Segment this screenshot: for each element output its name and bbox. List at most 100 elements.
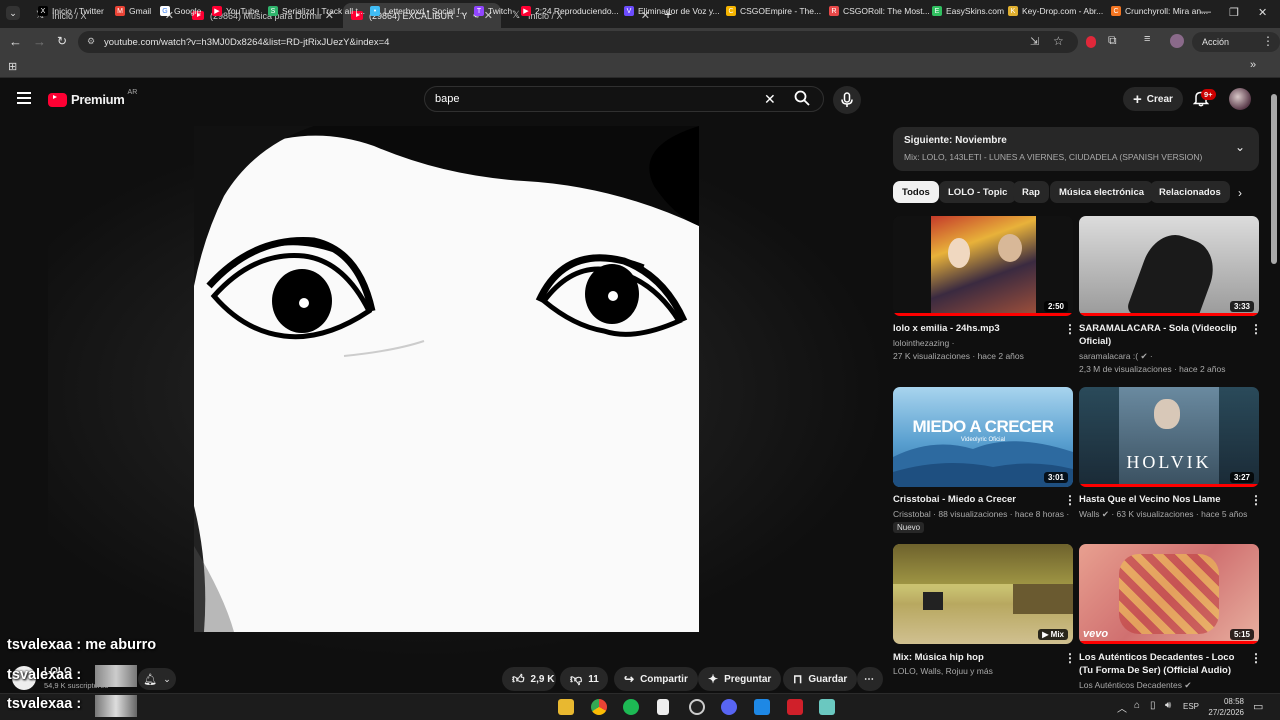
reload-icon[interactable]: ↻ [57, 34, 67, 48]
menu-kebab-icon[interactable]: ⋮ [1262, 34, 1274, 48]
battery-icon[interactable]: ▯ [1150, 700, 1156, 711]
video-channel[interactable]: Walls ✔ · 63 K visualizaciones · hace 5 … [1079, 508, 1247, 521]
video-channel[interactable]: LOLO, Walls, Rojuu y más [893, 665, 993, 678]
chevron-down-icon[interactable]: ⌄ [1235, 140, 1245, 154]
voice-search-button[interactable] [833, 86, 861, 114]
more-horizontal-icon: ⋯ [864, 673, 874, 685]
apps-grid-icon[interactable]: ⊞ [8, 60, 17, 73]
bookmark-item[interactable]: X Inicio / Twitter [38, 4, 104, 18]
more-options-icon[interactable]: ⋮ [1250, 322, 1262, 336]
obs-icon[interactable] [689, 699, 705, 715]
video-channel[interactable]: lolointhezazing · [893, 337, 954, 350]
create-button[interactable]: + Crear [1123, 87, 1183, 111]
profile-avatar[interactable] [1170, 34, 1184, 48]
up-next-panel[interactable]: Siguiente: Noviembre Mix: LOLO, 143LETI … [893, 127, 1259, 171]
bookmark-star-icon[interactable]: ☆ [1053, 34, 1064, 48]
video-thumbnail[interactable]: ▶ Mix [893, 544, 1073, 644]
clear-search-icon[interactable]: ✕ [764, 91, 776, 108]
video-thumbnail[interactable]: 2:50 [893, 216, 1073, 316]
bookmark-item[interactable]: G Google [160, 4, 201, 18]
video-title[interactable]: Los Auténticos Decadentes - Loco (Tu For… [1079, 651, 1251, 677]
video-thumbnail[interactable]: vevo 5:15 [1079, 544, 1259, 644]
forward-icon[interactable]: → [33, 34, 46, 49]
volume-icon[interactable]: 🔊︎ [1165, 700, 1171, 711]
bookmark-item[interactable]: M Gmail [115, 4, 151, 18]
tray-chevron-icon[interactable]: ︿ [1117, 700, 1127, 715]
chip-musica-electronica[interactable]: Música electrónica [1050, 181, 1154, 203]
hamburger-menu-icon[interactable] [17, 92, 31, 104]
bookmark-favicon-icon: E [932, 6, 942, 16]
video-channel[interactable]: Los Auténticos Decadentes ✔ [1079, 679, 1192, 692]
bookmark-item[interactable]: • Letterboxd • Social f... [370, 4, 467, 18]
bookmark-item[interactable]: T Twitch [474, 4, 512, 18]
bookmark-item[interactable]: K Key-Drop.com - Abr... [1008, 4, 1103, 18]
video-title[interactable]: SARAMALACARA - Sola (Videoclip Oficial) [1079, 322, 1244, 348]
site-info-icon[interactable]: ⚙ [87, 36, 95, 47]
video-channel[interactable]: Crisstobal · 88 visualizaciones · hace 8… [893, 508, 1069, 521]
install-icon[interactable]: ⇲ [1030, 35, 1039, 48]
app-icon[interactable] [754, 699, 770, 715]
windows-taskbar [0, 693, 1280, 720]
address-bar[interactable]: ⚙ youtube.com/watch?v=h3MJ0Dx8264&list=R… [78, 31, 1078, 53]
chip-todos[interactable]: Todos [893, 181, 939, 203]
subscription-bell-button[interactable]: 🔔︎ ⌄ [138, 668, 176, 690]
network-icon[interactable]: ⌂ [1134, 700, 1140, 711]
file-explorer-icon[interactable] [558, 699, 574, 715]
dislike-button[interactable]: 👎︎ 11 [560, 667, 608, 691]
media-control-icon[interactable]: ≡ [1144, 33, 1150, 45]
language-indicator[interactable]: ESP [1183, 702, 1199, 711]
video-channel[interactable]: saramalacara :( ✔ · [1079, 350, 1153, 363]
video-title[interactable]: Hasta Que el Vecino Nos Llame [1079, 493, 1244, 506]
account-avatar[interactable] [1229, 88, 1251, 110]
chevron-right-icon[interactable]: » [1250, 59, 1256, 71]
save-button[interactable]: ⊓ Guardar [783, 667, 858, 691]
clock[interactable]: 08:58 27/2/2026 [1204, 696, 1244, 718]
youtube-premium-logo[interactable]: Premium AR [48, 89, 137, 107]
scrollbar-thumb[interactable] [1271, 94, 1277, 264]
like-button[interactable]: 👍︎ 2,9 K [502, 667, 556, 691]
chip-relacionados[interactable]: Relacionados [1150, 181, 1230, 203]
chrome-icon[interactable] [591, 699, 607, 715]
more-options-icon[interactable]: ⋮ [1064, 493, 1076, 507]
more-options-icon[interactable]: ⋮ [1064, 651, 1076, 665]
bookmark-item[interactable]: V Eliminador de Voz y... [624, 4, 720, 18]
more-options-icon[interactable]: ⋮ [1250, 651, 1262, 665]
extensions-puzzle-icon[interactable]: ⧉ [1108, 33, 1117, 48]
more-options-icon[interactable]: ⋮ [1064, 322, 1076, 336]
video-title[interactable]: Mix: Música hip hop [893, 651, 1058, 664]
search-icon[interactable] [794, 90, 810, 106]
chevron-right-icon[interactable]: › [1238, 186, 1242, 200]
ask-button[interactable]: ✦ Preguntar [698, 667, 782, 691]
back-icon[interactable]: ← [9, 34, 22, 49]
more-options-icon[interactable]: ⋮ [1250, 493, 1262, 507]
video-thumbnail[interactable]: MIEDO A CRECER Videolyric Oficial 3:01 [893, 387, 1073, 487]
video-title[interactable]: lolo x emilia - 24hs.mp3 [893, 322, 1058, 335]
notification-center-icon[interactable]: ▭ [1253, 700, 1263, 713]
restore-icon[interactable]: ❐ [1229, 6, 1239, 19]
app-icon[interactable] [787, 699, 803, 715]
share-button[interactable]: ↪ Compartir [614, 667, 698, 691]
bookmark-label: Crunchyroll: Mira an... [1125, 6, 1209, 16]
chip-rap[interactable]: Rap [1013, 181, 1049, 203]
extension-icon[interactable] [1086, 36, 1096, 48]
bookmark-item[interactable]: C CSGOEmpire - The... [726, 4, 821, 18]
video-thumbnail[interactable]: 3:33 [1079, 216, 1259, 316]
save-label: Guardar [808, 673, 848, 685]
bookmark-item[interactable]: E EasySkins.com [932, 4, 1004, 18]
bookmark-item[interactable]: ▶ 2:24 Reproduciendo... [521, 4, 619, 18]
notepad-icon[interactable] [657, 699, 669, 715]
bookmark-item[interactable]: S Serializd | Track all t... [268, 4, 365, 18]
discord-icon[interactable] [721, 699, 737, 715]
bookmark-item[interactable]: C Crunchyroll: Mira an... [1111, 4, 1208, 18]
tab-search-icon[interactable]: ⌄ [6, 6, 20, 20]
close-window-icon[interactable]: ✕ [1258, 6, 1267, 19]
bookmark-item[interactable]: ▶ YouTube [212, 4, 259, 18]
dislike-count: 11 [588, 673, 599, 685]
chip-lolo-topic[interactable]: LOLO - Topic [939, 181, 1017, 203]
spotify-icon[interactable] [623, 699, 639, 715]
video-title[interactable]: Crisstobai - Miedo a Crecer [893, 493, 1058, 506]
video-thumbnail[interactable]: HOLVIK 3:27 [1079, 387, 1259, 487]
bookmark-item[interactable]: R CSGORoll: The Most... [829, 4, 930, 18]
app-icon[interactable] [819, 699, 835, 715]
more-actions-button[interactable]: ⋯ [857, 667, 883, 691]
